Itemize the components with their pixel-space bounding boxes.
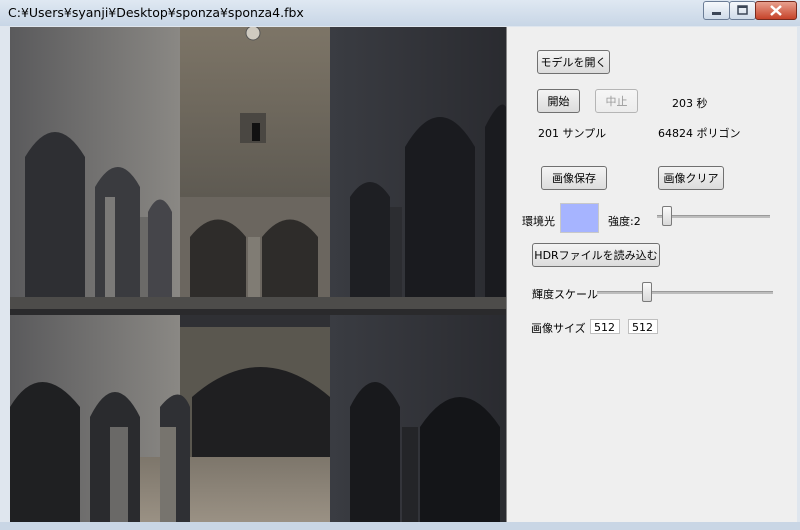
- control-panel: モデルを開く 開始 中止 203 秒 201 サンプル 64824 ポリゴン 画…: [507, 27, 797, 522]
- rendered-scene-image: [10, 27, 506, 522]
- ambient-light-label: 環境光: [522, 215, 555, 228]
- open-model-button[interactable]: モデルを開く: [537, 50, 610, 74]
- image-size-label: 画像サイズ: [531, 322, 586, 335]
- maximize-icon: [737, 5, 748, 15]
- sample-count: 201 サンプル: [538, 127, 607, 140]
- minimize-icon: [712, 12, 721, 15]
- intensity-label: 強度:2: [608, 215, 641, 228]
- ambient-color-swatch[interactable]: [560, 203, 599, 233]
- luminance-scale-label: 輝度スケール: [532, 288, 598, 301]
- start-button[interactable]: 開始: [537, 89, 580, 113]
- image-height-input[interactable]: 512: [628, 319, 658, 334]
- app-window: C:¥Users¥syanji¥Desktop¥sponza¥sponza4.f…: [0, 0, 800, 530]
- polygon-count: 64824 ポリゴン: [658, 127, 741, 140]
- load-hdr-button[interactable]: HDRファイルを読み込む: [532, 243, 660, 267]
- close-button[interactable]: [755, 1, 797, 20]
- elapsed-seconds: 203 秒: [672, 97, 708, 110]
- minimize-button[interactable]: [703, 1, 730, 20]
- luminance-slider-track[interactable]: [597, 291, 773, 294]
- render-viewport[interactable]: [10, 27, 507, 522]
- clear-image-button[interactable]: 画像クリア: [658, 166, 724, 190]
- window-title: C:¥Users¥syanji¥Desktop¥sponza¥sponza4.f…: [8, 5, 304, 20]
- luminance-slider-thumb[interactable]: [641, 282, 652, 302]
- title-bar[interactable]: C:¥Users¥syanji¥Desktop¥sponza¥sponza4.f…: [0, 0, 800, 26]
- maximize-button[interactable]: [729, 1, 756, 20]
- intensity-slider-track[interactable]: [657, 215, 770, 218]
- close-icon: [770, 5, 782, 16]
- intensity-slider-thumb[interactable]: [662, 206, 673, 226]
- window-bottom-border: [0, 522, 800, 530]
- stop-button[interactable]: 中止: [595, 89, 638, 113]
- image-width-input[interactable]: 512: [590, 319, 620, 334]
- save-image-button[interactable]: 画像保存: [541, 166, 607, 190]
